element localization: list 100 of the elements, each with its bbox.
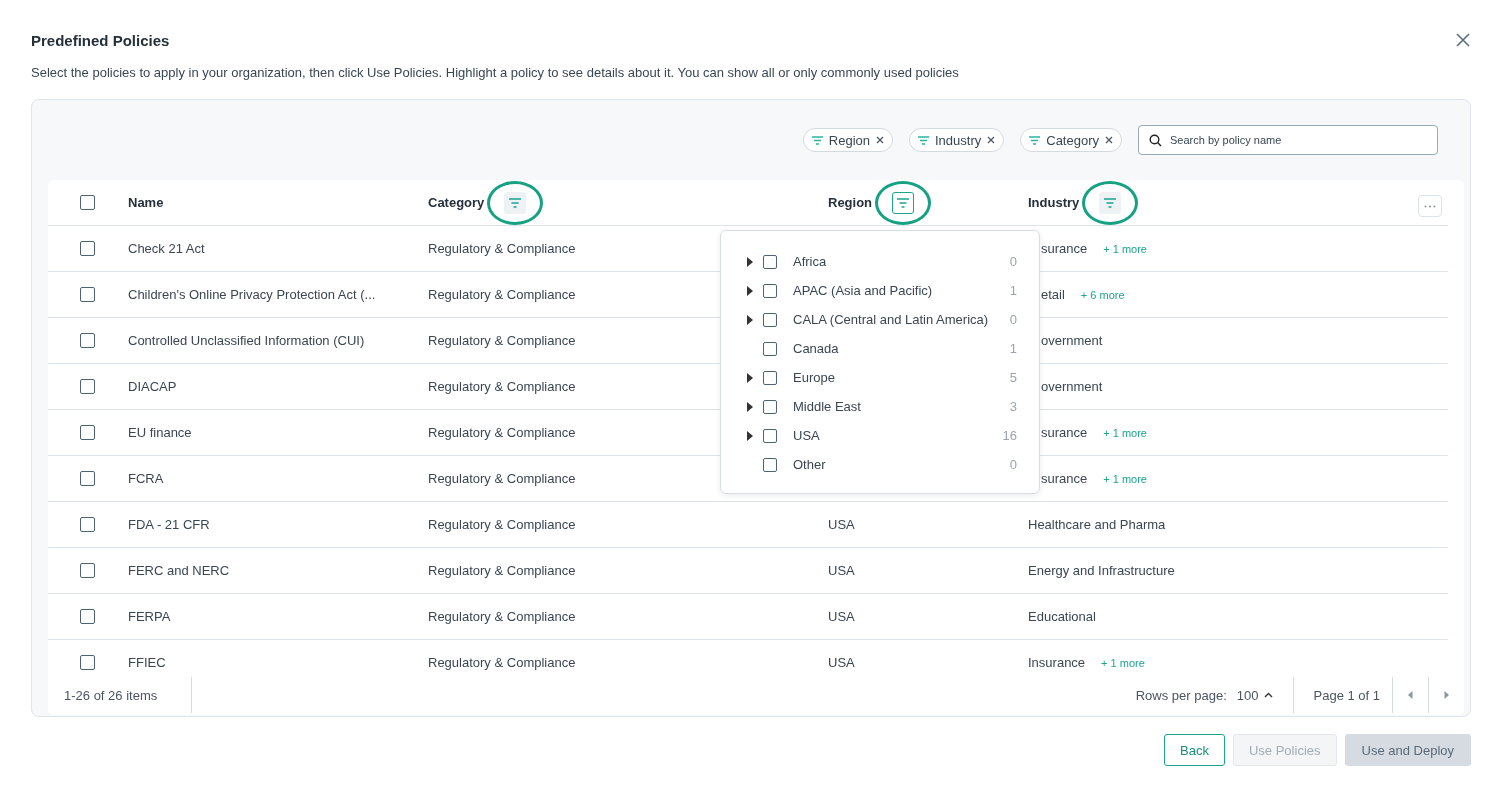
rows-per-page-label: Rows per page: xyxy=(1135,687,1227,703)
region-count: 3 xyxy=(1009,399,1017,414)
filter-chip[interactable]: Industry xyxy=(909,128,1005,152)
row-checkbox[interactable] xyxy=(80,655,95,670)
row-checkbox[interactable] xyxy=(80,379,95,394)
column-header: Category xyxy=(428,195,485,210)
region-option[interactable]: Canada xyxy=(793,341,1010,356)
policy-name: FERC and NERC xyxy=(128,563,230,578)
category-cell: Regulatory & Compliance xyxy=(428,287,576,302)
region-option[interactable]: Africa xyxy=(793,254,1010,269)
region-option[interactable]: Other xyxy=(793,457,1010,472)
policy-name: FCRA xyxy=(128,471,164,486)
region-checkbox[interactable] xyxy=(763,399,777,414)
column-header: Industry xyxy=(1028,195,1080,210)
filter-icon xyxy=(918,135,929,145)
region-option[interactable]: Middle East xyxy=(793,399,1010,414)
rows-per-page-select[interactable]: 100 xyxy=(1236,687,1273,703)
region-count: 5 xyxy=(1009,370,1017,385)
expand-arrow-icon[interactable] xyxy=(747,285,753,296)
row-checkbox[interactable] xyxy=(80,517,95,532)
region-cell: USA xyxy=(828,655,855,670)
region-checkbox[interactable] xyxy=(763,312,777,327)
remove-icon[interactable] xyxy=(987,136,996,144)
industry-cell: overnment xyxy=(1041,379,1103,394)
filter-icon xyxy=(508,196,523,209)
region-cell: USA xyxy=(828,609,855,624)
industry-cell: surance xyxy=(1041,471,1088,486)
filter-icon xyxy=(896,196,911,209)
region-count: 1 xyxy=(1009,283,1017,298)
remove-icon[interactable] xyxy=(876,136,884,144)
region-cell: USA xyxy=(828,517,855,532)
policy-name: FDA - 21 CFR xyxy=(128,517,210,532)
region-checkbox[interactable] xyxy=(763,428,777,443)
policy-name: Check 21 Act xyxy=(128,241,205,256)
industry-cell: Healthcare and Pharma xyxy=(1028,517,1166,532)
row-checkbox[interactable] xyxy=(80,563,95,578)
dots-icon xyxy=(1424,204,1436,208)
filter-chip[interactable]: Category xyxy=(1020,128,1122,152)
page-indicator: Page 1 of 1 xyxy=(1292,677,1392,713)
remove-icon[interactable] xyxy=(1105,136,1113,144)
expand-arrow-icon[interactable] xyxy=(747,256,753,267)
region-option[interactable]: CALA (Central and Latin America) xyxy=(793,312,1010,327)
search-field[interactable]: Search by policy name xyxy=(1138,125,1438,155)
region-count: 16 xyxy=(1002,428,1017,443)
action-button[interactable]: Back xyxy=(1164,734,1225,766)
region-checkbox[interactable] xyxy=(763,457,777,472)
filter-icon xyxy=(1103,196,1118,209)
policy-name: EU finance xyxy=(128,425,192,440)
row-checkbox[interactable] xyxy=(80,425,95,440)
category-cell: Regulatory & Compliance xyxy=(428,655,576,670)
category-cell: Regulatory & Compliance xyxy=(428,563,576,578)
region-checkbox[interactable] xyxy=(763,370,777,385)
expand-arrow-icon[interactable] xyxy=(747,314,753,325)
category-cell: Regulatory & Compliance xyxy=(428,333,576,348)
caret-icon xyxy=(1263,692,1273,698)
industry-cell: surance xyxy=(1041,425,1088,440)
region-count: 0 xyxy=(1009,312,1017,327)
region-option[interactable]: Europe xyxy=(793,370,1010,385)
column-header: Region xyxy=(828,195,873,210)
right-arrow-icon xyxy=(1444,691,1449,699)
region-checkbox[interactable] xyxy=(763,341,777,356)
category-cell: Regulatory & Compliance xyxy=(428,609,576,624)
expand-arrow-icon[interactable] xyxy=(747,372,753,383)
row-checkbox[interactable] xyxy=(80,287,95,302)
region-cell: USA xyxy=(828,563,855,578)
chip-label: Category xyxy=(1046,132,1099,148)
row-checkbox[interactable] xyxy=(80,333,95,348)
close-icon xyxy=(1456,33,1470,47)
region-option[interactable]: USA xyxy=(793,428,1003,443)
row-checkbox[interactable] xyxy=(80,241,95,256)
expand-arrow-icon[interactable] xyxy=(747,401,753,412)
close-button[interactable] xyxy=(1456,33,1470,47)
region-checkbox[interactable] xyxy=(763,254,777,269)
policy-name: DIACAP xyxy=(128,379,177,394)
industry-cell: Energy and Infrastructure xyxy=(1028,563,1175,578)
category-cell: Regulatory & Compliance xyxy=(428,379,576,394)
row-checkbox[interactable] xyxy=(80,609,95,624)
filter-button[interactable] xyxy=(892,191,915,214)
category-cell: Regulatory & Compliance xyxy=(428,241,576,256)
category-cell: Regulatory & Compliance xyxy=(428,425,576,440)
region-count: 0 xyxy=(1009,254,1017,269)
policy-name: Controlled Unclassified Information (CUI) xyxy=(128,333,365,348)
filter-icon xyxy=(1029,135,1041,145)
industry-cell: surance xyxy=(1041,241,1088,256)
region-count: 0 xyxy=(1009,457,1017,472)
policy-name: FFIEC xyxy=(128,655,166,670)
row-checkbox[interactable] xyxy=(80,471,95,486)
industry-cell: etail xyxy=(1041,287,1065,302)
category-cell: Regulatory & Compliance xyxy=(428,517,576,532)
region-checkbox[interactable] xyxy=(763,283,777,298)
column-header: Name xyxy=(128,195,164,210)
select-all-checkbox[interactable] xyxy=(80,195,95,210)
chip-label: Industry xyxy=(935,132,982,148)
filter-chip[interactable]: Region xyxy=(802,128,893,152)
expand-arrow-icon[interactable] xyxy=(747,430,753,441)
policy-name: FERPA xyxy=(128,609,171,624)
region-option[interactable]: APAC (Asia and Pacific) xyxy=(793,283,1010,298)
items-summary: 1-26 of 26 items xyxy=(48,677,192,713)
dialog-title: Predefined Policies xyxy=(31,31,170,49)
industry-cell: overnment xyxy=(1041,333,1103,348)
